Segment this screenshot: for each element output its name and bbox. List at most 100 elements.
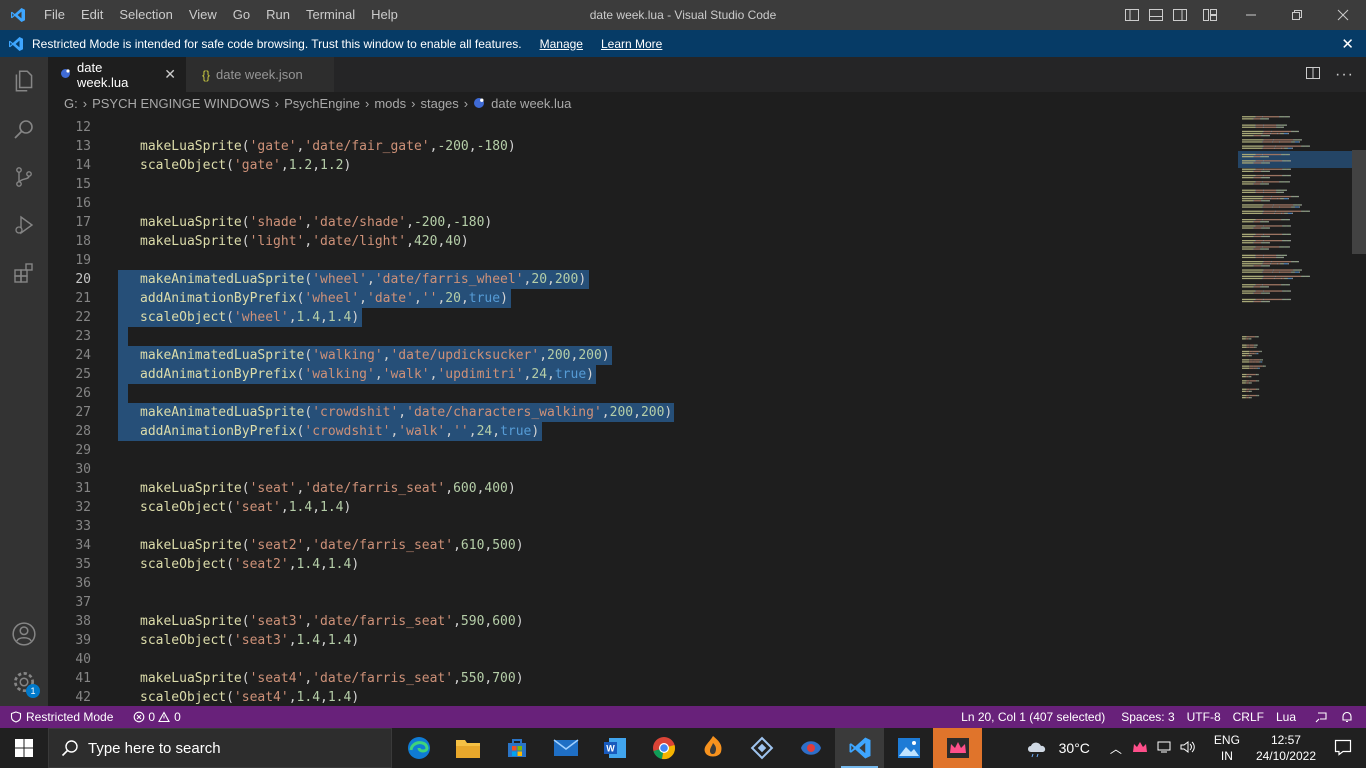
menu-selection[interactable]: Selection (111, 0, 180, 30)
breadcrumb-item[interactable]: date week.lua (491, 96, 571, 111)
scrollbar-thumb[interactable] (1352, 150, 1366, 254)
minimize-button[interactable] (1228, 0, 1274, 30)
encoding-status[interactable]: UTF-8 (1181, 706, 1227, 728)
code-line[interactable]: 37 (48, 593, 1238, 612)
fl-studio-icon[interactable] (688, 728, 737, 768)
close-window-button[interactable] (1320, 0, 1366, 30)
explorer-icon[interactable] (0, 57, 48, 105)
game-app-icon[interactable] (786, 728, 835, 768)
code-line[interactable]: 21 addAnimationByPrefix('wheel','date',''… (48, 289, 1238, 308)
extensions-icon[interactable] (0, 249, 48, 297)
code-line[interactable]: 25 addAnimationByPrefix('walking','walk',… (48, 365, 1238, 384)
breadcrumb-item[interactable]: PSYCH ENGINGE WINDOWS (92, 96, 270, 111)
clock[interactable]: 12:57 24/10/2022 (1256, 732, 1316, 764)
indentation-status[interactable]: Spaces: 3 (1115, 706, 1180, 728)
problems-status[interactable]: 0 0 (127, 706, 186, 728)
toggle-panel-icon[interactable] (1144, 0, 1168, 30)
code-editor[interactable]: 12 13 makeLuaSprite('gate','date/fair_gate… (48, 114, 1366, 706)
tab-date-week-json[interactable]: {} date week.json (186, 57, 334, 92)
code-line[interactable]: 30 (48, 460, 1238, 479)
customize-layout-icon[interactable] (1192, 0, 1228, 30)
learn-more-link[interactable]: Learn More (601, 37, 662, 51)
code-line[interactable]: 27 makeAnimatedLuaSprite('crowdshit','dat… (48, 403, 1238, 422)
chevron-up-icon[interactable]: ︿ (1110, 740, 1122, 757)
accounts-icon[interactable] (0, 610, 48, 658)
code-line[interactable]: 14 scaleObject('gate',1.2,1.2) (48, 156, 1238, 175)
code-line[interactable]: 31 makeLuaSprite('seat','date/farris_seat… (48, 479, 1238, 498)
menu-view[interactable]: View (181, 0, 225, 30)
tab-date-week-lua[interactable]: date week.lua ✕ (48, 57, 186, 92)
close-icon[interactable]: ✕ (1341, 35, 1354, 53)
code-line[interactable]: 20 makeAnimatedLuaSprite('wheel','date/fa… (48, 270, 1238, 289)
menu-go[interactable]: Go (225, 0, 258, 30)
word-icon[interactable]: W (590, 728, 639, 768)
code-line[interactable]: 33 (48, 517, 1238, 536)
chrome-icon[interactable] (639, 728, 688, 768)
code-line[interactable]: 42 scaleObject('seat4',1.4,1.4) (48, 688, 1238, 706)
code-line[interactable]: 36 (48, 574, 1238, 593)
manage-link[interactable]: Manage (540, 37, 583, 51)
app-diamond-icon[interactable] (737, 728, 786, 768)
windows-start-icon[interactable] (0, 728, 48, 768)
code-line[interactable]: 18 makeLuaSprite('light','date/light',420… (48, 232, 1238, 251)
search-icon[interactable] (0, 105, 48, 153)
code-line[interactable]: 40 (48, 650, 1238, 669)
toggle-secondary-sidebar-icon[interactable] (1168, 0, 1192, 30)
close-icon[interactable]: ✕ (164, 66, 176, 83)
volume-icon[interactable] (1180, 740, 1198, 757)
input-language[interactable]: ENG IN (1214, 732, 1240, 764)
vscode-taskbar-icon[interactable] (835, 728, 884, 768)
edge-icon[interactable] (394, 728, 443, 768)
code-line[interactable]: 13 makeLuaSprite('gate','date/fair_gate',… (48, 137, 1238, 156)
code-line[interactable]: 12 (48, 118, 1238, 137)
network-icon[interactable] (1156, 740, 1172, 757)
code-line[interactable]: 15 (48, 175, 1238, 194)
code-line[interactable]: 16 (48, 194, 1238, 213)
code-line[interactable]: 28 addAnimationByPrefix('crowdshit','walk… (48, 422, 1238, 441)
notification-center-icon[interactable] (1334, 738, 1352, 759)
language-status[interactable]: Lua (1270, 706, 1302, 728)
weather-widget[interactable]: 30°C (1025, 738, 1090, 758)
menu-terminal[interactable]: Terminal (298, 0, 363, 30)
code-line[interactable]: 29 (48, 441, 1238, 460)
code-line[interactable]: 26 (48, 384, 1238, 403)
code-line[interactable]: 41 makeLuaSprite('seat4','date/farris_sea… (48, 669, 1238, 688)
code-line[interactable]: 23 (48, 327, 1238, 346)
eol-status[interactable]: CRLF (1227, 706, 1270, 728)
code-line[interactable]: 35 scaleObject('seat2',1.4,1.4) (48, 555, 1238, 574)
code-line[interactable]: 34 makeLuaSprite('seat2','date/farris_sea… (48, 536, 1238, 555)
code-line[interactable]: 38 makeLuaSprite('seat3','date/farris_sea… (48, 612, 1238, 631)
microsoft-store-icon[interactable] (492, 728, 541, 768)
minimap[interactable] (1238, 114, 1352, 706)
code-line[interactable]: 19 (48, 251, 1238, 270)
code-line[interactable]: 39 scaleObject('seat3',1.4,1.4) (48, 631, 1238, 650)
menu-run[interactable]: Run (258, 0, 298, 30)
breadcrumb-item[interactable]: PsychEngine (284, 96, 360, 111)
breadcrumb-item[interactable]: mods (374, 96, 406, 111)
cursor-position[interactable]: Ln 20, Col 1 (407 selected) (955, 706, 1111, 728)
breadcrumb-item[interactable]: stages (420, 96, 458, 111)
code-line[interactable]: 24 makeAnimatedLuaSprite('walking','date/… (48, 346, 1238, 365)
manage-gear-icon[interactable]: 1 (0, 658, 48, 706)
taskbar-search-box[interactable]: Type here to search (48, 728, 392, 768)
restricted-mode-status[interactable]: Restricted Mode (0, 706, 119, 728)
source-control-icon[interactable] (0, 153, 48, 201)
restore-button[interactable] (1274, 0, 1320, 30)
run-debug-icon[interactable] (0, 201, 48, 249)
mail-icon[interactable] (541, 728, 590, 768)
crown-tray-icon[interactable] (1132, 741, 1148, 756)
split-editor-icon[interactable] (1305, 65, 1321, 84)
more-actions-icon[interactable]: ··· (1335, 66, 1354, 84)
photos-icon[interactable] (884, 728, 933, 768)
menu-help[interactable]: Help (363, 0, 406, 30)
code-line[interactable]: 17 makeLuaSprite('shade','date/shade',-20… (48, 213, 1238, 232)
crown-app-icon[interactable] (933, 728, 982, 768)
breadcrumb-item[interactable]: G: (64, 96, 78, 111)
menu-edit[interactable]: Edit (73, 0, 111, 30)
menu-file[interactable]: File (36, 0, 73, 30)
code-line[interactable]: 32 scaleObject('seat',1.4,1.4) (48, 498, 1238, 517)
file-explorer-icon[interactable] (443, 728, 492, 768)
code-line[interactable]: 22 scaleObject('wheel',1.4,1.4) (48, 308, 1238, 327)
feedback-icon[interactable] (1308, 706, 1334, 728)
toggle-primary-sidebar-icon[interactable] (1120, 0, 1144, 30)
